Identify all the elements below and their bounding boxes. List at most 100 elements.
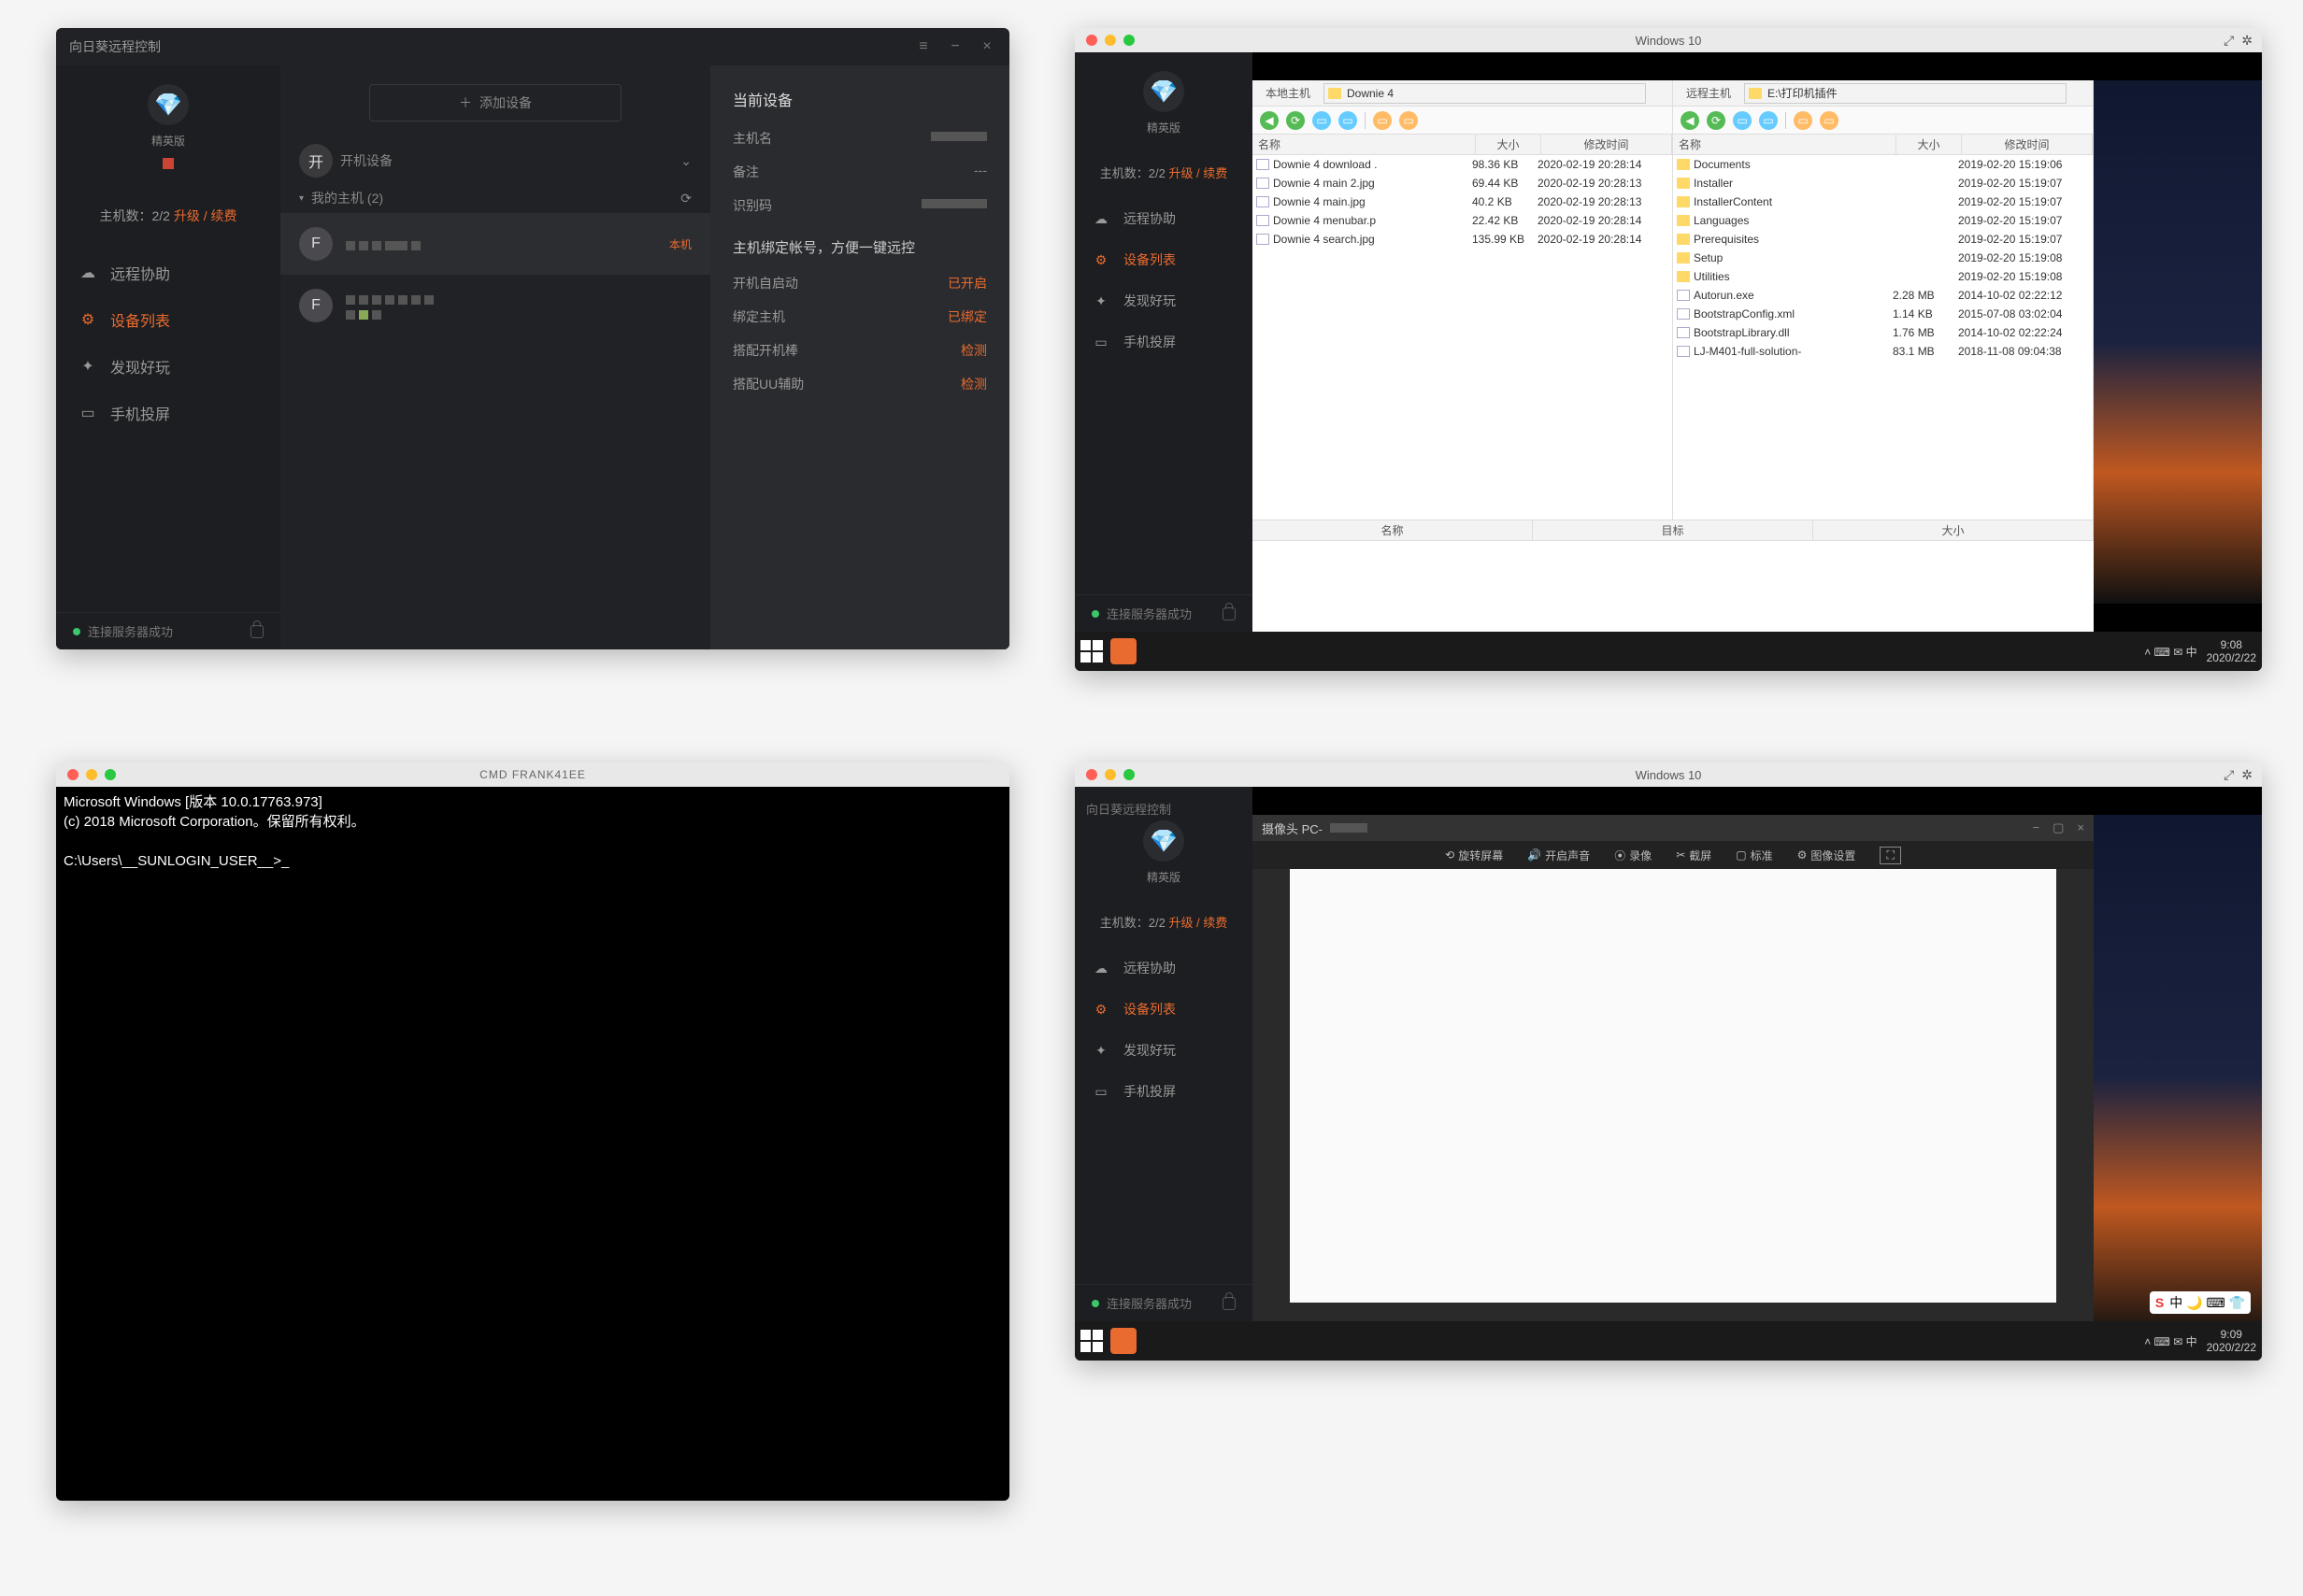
copy-icon[interactable]: ▭ <box>1733 111 1752 130</box>
local-path-input[interactable]: Downie 4 <box>1323 83 1646 104</box>
nav-phone-cast[interactable]: ▭手机投屏 <box>56 390 280 436</box>
minimize-icon[interactable]: − <box>2033 820 2040 835</box>
rotate-button[interactable]: ⟲ 旋转屏幕 <box>1445 848 1503 863</box>
lock-icon[interactable] <box>1223 1297 1236 1310</box>
lock-icon[interactable] <box>250 625 264 638</box>
quality-button[interactable]: ▢ 标准 <box>1736 848 1772 863</box>
back-icon[interactable]: ◀ <box>1681 111 1699 130</box>
avatar-icon: F <box>299 227 333 261</box>
traffic-lights[interactable] <box>56 762 127 788</box>
start-button[interactable] <box>1080 640 1103 663</box>
sidebar: 💎 精英版 主机数：2/2 升级 / 续费 ☁远程协助 ⚙设备列表 ✦发现好玩 … <box>56 65 280 649</box>
remote-path-input[interactable]: E:\打印机插件 <box>1744 83 2067 104</box>
refresh-icon[interactable]: ⟳ <box>680 191 692 207</box>
sound-button[interactable]: 🔊 开启声音 <box>1527 848 1590 863</box>
delete-icon[interactable]: ▭ <box>1399 111 1418 130</box>
nav-phone-cast[interactable]: ▭手机投屏 <box>1075 321 1252 363</box>
host-count: 主机数：2/2 升级 / 续费 <box>1100 164 1228 181</box>
fullscreen-icon[interactable]: ⛶ <box>1880 847 1900 864</box>
taskbar-app-icon[interactable] <box>1110 638 1137 664</box>
nav-remote-assist[interactable]: ☁远程协助 <box>1075 948 1252 989</box>
new-folder-icon[interactable]: ▭ <box>1794 111 1812 130</box>
refresh-icon[interactable]: ⟳ <box>1707 111 1725 130</box>
file-row[interactable]: Setup2019-02-20 15:19:08 <box>1673 249 2093 267</box>
file-row[interactable]: Downie 4 main 2.jpg69.44 KB2020-02-19 20… <box>1252 174 1672 192</box>
system-tray[interactable]: ˄ ⌨ ✉ 中 9:092020/2/22 <box>2144 1328 2256 1355</box>
nav-device-list[interactable]: ⚙设备列表 <box>1075 989 1252 1030</box>
file-row[interactable]: Languages2019-02-20 15:19:07 <box>1673 211 2093 230</box>
file-row[interactable]: Downie 4 menubar.p22.42 KB2020-02-19 20:… <box>1252 211 1672 230</box>
remote-sunlogin-sidebar: 向日葵远程控制 💎 精英版 主机数：2/2 升级 / 续费 ☁远程协助 ⚙设备列… <box>1075 787 1252 1321</box>
copy-icon[interactable]: ▭ <box>1312 111 1331 130</box>
window-title: CMD FRANK41EE <box>479 768 586 781</box>
nav-discover[interactable]: ✦发现好玩 <box>1075 1030 1252 1071</box>
detect-link[interactable]: 检测 <box>961 375 987 393</box>
avatar-icon: 开 <box>299 144 333 178</box>
file-row[interactable]: BootstrapLibrary.dll1.76 MB2014-10-02 02… <box>1673 323 2093 342</box>
fullscreen-icon[interactable]: ⤢ <box>2224 767 2234 783</box>
nav-phone-cast[interactable]: ▭手机投屏 <box>1075 1071 1252 1112</box>
camera-window: 摄像头 PC- −▢× ⟲ 旋转屏幕 🔊 开启声音 ⦿ 录像 ✂ 截屏 ▢ 标准… <box>1252 815 2094 1321</box>
delete-icon[interactable]: ▭ <box>1820 111 1838 130</box>
new-folder-icon[interactable]: ▭ <box>1373 111 1392 130</box>
maximize-icon[interactable]: ▢ <box>2053 820 2064 835</box>
upgrade-link[interactable]: 升级 / 续费 <box>1168 916 1227 930</box>
device-row[interactable]: F 本机 <box>280 213 710 275</box>
apple-icon <box>679 299 692 312</box>
screenshot-button[interactable]: ✂ 截屏 <box>1676 848 1711 863</box>
start-button[interactable] <box>1080 1330 1103 1352</box>
record-button[interactable]: ⦿ 录像 <box>1614 848 1652 863</box>
back-icon[interactable]: ◀ <box>1260 111 1279 130</box>
file-row[interactable]: BootstrapConfig.xml1.14 KB2015-07-08 03:… <box>1673 305 2093 323</box>
device-list-panel: ＋添加设备 开 开机设备 ⌄ ▾ 我的主机 (2) ⟳ F 本机 <box>280 65 710 649</box>
clock[interactable]: 9:092020/2/22 <box>2207 1328 2256 1355</box>
add-device-button[interactable]: ＋添加设备 <box>369 84 622 121</box>
file-row[interactable]: Documents2019-02-20 15:19:06 <box>1673 155 2093 174</box>
my-hosts-header[interactable]: ▾ 我的主机 (2) ⟳ <box>280 183 710 213</box>
system-tray[interactable]: ˄ ⌨ ✉ 中 9:082020/2/22 <box>2144 638 2256 665</box>
file-row[interactable]: Installer2019-02-20 15:19:07 <box>1673 174 2093 192</box>
minimize-icon[interactable]: − <box>946 38 965 55</box>
file-row[interactable]: Downie 4 search.jpg135.99 KB2020-02-19 2… <box>1252 230 1672 249</box>
autostart-status[interactable]: 已开启 <box>948 274 987 292</box>
close-icon[interactable]: × <box>978 38 996 55</box>
settings-icon[interactable]: ✲ <box>2241 33 2253 49</box>
folder-icon <box>1677 178 1690 189</box>
settings-icon[interactable]: ✲ <box>2241 767 2253 783</box>
traffic-lights[interactable] <box>1075 762 1146 788</box>
boot-device-row[interactable]: 开 开机设备 ⌄ <box>280 138 710 183</box>
upgrade-link[interactable]: 升级 / 续费 <box>1168 166 1227 180</box>
ime-toolbar[interactable]: S 中 🌙 ⌨ 👕 <box>2150 1291 2251 1314</box>
nav-discover[interactable]: ✦发现好玩 <box>56 343 280 390</box>
file-row[interactable]: InstallerContent2019-02-20 15:19:07 <box>1673 192 2093 211</box>
upgrade-link[interactable]: 升级 / 续费 <box>174 208 237 223</box>
nav-remote-assist[interactable]: ☁远程协助 <box>56 249 280 296</box>
device-row[interactable]: F <box>280 275 710 336</box>
file-row[interactable]: Utilities2019-02-20 15:19:08 <box>1673 267 2093 286</box>
fullscreen-icon[interactable]: ⤢ <box>2224 33 2234 49</box>
clock[interactable]: 9:082020/2/22 <box>2207 638 2256 665</box>
file-row[interactable]: Downie 4 main.jpg40.2 KB2020-02-19 20:28… <box>1252 192 1672 211</box>
traffic-lights[interactable] <box>1075 28 1146 53</box>
file-row[interactable]: LJ-M401-full-solution-83.1 MB2018-11-08 … <box>1673 342 2093 361</box>
file-row[interactable]: Downie 4 download .98.36 KB2020-02-19 20… <box>1252 155 1672 174</box>
nav-device-list[interactable]: ⚙设备列表 <box>1075 239 1252 280</box>
folder-icon <box>1677 196 1690 207</box>
paste-icon[interactable]: ▭ <box>1759 111 1778 130</box>
lock-icon[interactable] <box>1223 607 1236 620</box>
image-settings-button[interactable]: ⚙ 图像设置 <box>1797 848 1856 863</box>
paste-icon[interactable]: ▭ <box>1338 111 1357 130</box>
nav-device-list[interactable]: ⚙设备列表 <box>56 296 280 343</box>
refresh-icon[interactable]: ⟳ <box>1286 111 1305 130</box>
taskbar-app-icon[interactable] <box>1110 1328 1137 1354</box>
nav-discover[interactable]: ✦发现好玩 <box>1075 280 1252 321</box>
menu-icon[interactable]: ≡ <box>914 38 933 55</box>
terminal-output[interactable]: Microsoft Windows [版本 10.0.17763.973] (c… <box>56 787 1009 1501</box>
panel-title: 当前设备 <box>733 88 987 110</box>
file-row[interactable]: Autorun.exe2.28 MB2014-10-02 02:22:12 <box>1673 286 2093 305</box>
detect-link[interactable]: 检测 <box>961 341 987 360</box>
close-icon[interactable]: × <box>2077 820 2084 835</box>
nav-remote-assist[interactable]: ☁远程协助 <box>1075 198 1252 239</box>
file-row[interactable]: Prerequisites2019-02-20 15:19:07 <box>1673 230 2093 249</box>
bind-status[interactable]: 已绑定 <box>948 307 987 326</box>
